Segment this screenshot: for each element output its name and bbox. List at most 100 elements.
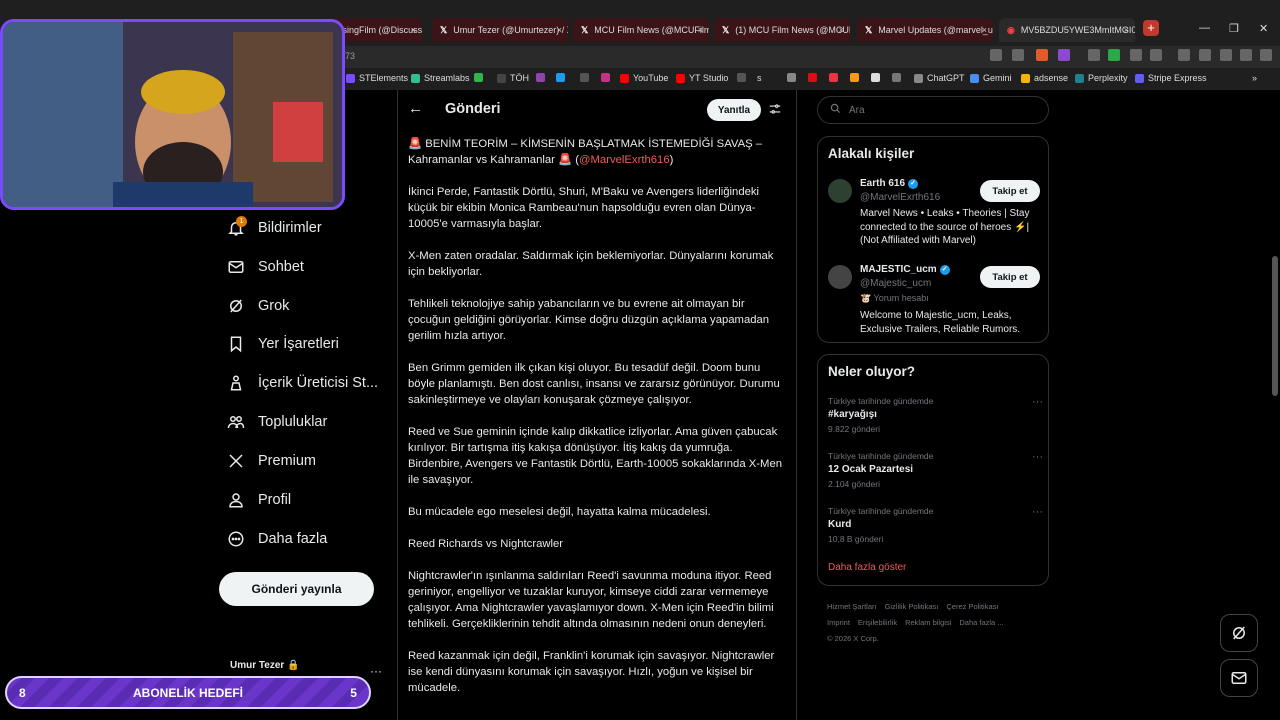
goal-label: ABONELİK HEDEFİ bbox=[132, 685, 243, 700]
vpn-icon[interactable] bbox=[1240, 49, 1252, 61]
communities-icon bbox=[226, 412, 246, 432]
footer-link[interactable]: Erişilebilirlik bbox=[858, 618, 897, 627]
account-more-icon[interactable]: ··· bbox=[370, 664, 382, 678]
reply-button[interactable]: Yanıtla bbox=[707, 99, 761, 121]
messages-fab[interactable] bbox=[1220, 659, 1258, 697]
close-window-icon[interactable]: ✕ bbox=[1259, 22, 1268, 35]
wallet-icon[interactable] bbox=[1199, 49, 1211, 61]
brave-shield-icon[interactable] bbox=[1036, 49, 1048, 61]
sidebar-item-label: İçerik Üreticisi St... bbox=[258, 375, 379, 391]
maximize-icon[interactable]: ❐ bbox=[1229, 22, 1239, 35]
mention-link[interactable]: @MarvelExrth616 bbox=[579, 154, 670, 166]
bookmark-icon[interactable] bbox=[850, 73, 863, 82]
tab-label: MCU Film News (@MCUFilmNe bbox=[594, 25, 709, 35]
close-icon[interactable]: × bbox=[982, 25, 987, 35]
screen-icon[interactable] bbox=[990, 49, 1002, 61]
post-button[interactable]: Gönderi yayınla bbox=[219, 572, 374, 606]
bookmark[interactable]: TÖH bbox=[497, 73, 529, 83]
bookmark-icon[interactable] bbox=[556, 73, 569, 82]
show-more-link[interactable]: Daha fazla göster bbox=[828, 562, 906, 573]
menu-icon[interactable] bbox=[1260, 49, 1272, 61]
footer-link[interactable]: Hizmet Şartları bbox=[827, 602, 877, 611]
trend-item[interactable]: Türkiye tarihinde gündemde #karyağışı 9.… bbox=[828, 396, 1043, 434]
trend-context: Türkiye tarihinde gündemde bbox=[828, 396, 934, 406]
bookmark-icon[interactable] bbox=[892, 73, 905, 82]
bookmark-icon[interactable] bbox=[737, 73, 750, 82]
tab-label: ssingFilm (@Discussi bbox=[338, 25, 422, 35]
settings-sliders-icon[interactable] bbox=[768, 102, 782, 116]
bookmark-icon[interactable] bbox=[601, 73, 614, 82]
extension-icon[interactable] bbox=[1108, 49, 1120, 61]
person-handle: @MarvelExrth616 bbox=[860, 192, 941, 203]
bookmark-icon[interactable] bbox=[536, 73, 549, 82]
bookmark[interactable]: Perplexity bbox=[1075, 73, 1128, 83]
footer-link[interactable]: Daha fazla ... bbox=[959, 618, 1003, 627]
close-icon[interactable]: × bbox=[411, 25, 416, 35]
footer-link[interactable]: Imprint bbox=[827, 618, 850, 627]
bookmark-icon[interactable] bbox=[829, 73, 842, 82]
sidebar-item-bookmarks[interactable]: Yer İşaretleri bbox=[226, 329, 339, 359]
more-options-icon[interactable]: ··· bbox=[1032, 506, 1043, 518]
person-icon bbox=[226, 490, 246, 510]
minimize-icon[interactable]: — bbox=[1199, 22, 1210, 34]
sidebar-item-communities[interactable]: Topluluklar bbox=[226, 407, 327, 437]
bookmark-icon[interactable] bbox=[871, 73, 884, 82]
bookmark[interactable]: Streamlabs bbox=[411, 73, 470, 83]
trend-item[interactable]: Türkiye tarihinde gündemde 12 Ocak Pazar… bbox=[828, 451, 1043, 489]
footer-link[interactable]: Gizlilik Politikası bbox=[885, 602, 939, 611]
browser-tab[interactable]: 𝕏 Umur Tezer (@Umurtezer) / X × bbox=[432, 18, 568, 42]
sidebar-item-premium[interactable]: Premium bbox=[226, 446, 316, 476]
sidebar-item-profile[interactable]: Profil bbox=[226, 485, 291, 515]
extension-icon[interactable] bbox=[1150, 49, 1162, 61]
follow-button[interactable]: Takip et bbox=[980, 266, 1040, 288]
browser-tab[interactable]: 𝕏 MCU Film News (@MCUFilmNe× bbox=[573, 18, 709, 42]
share-icon[interactable] bbox=[1012, 49, 1024, 61]
browser-tab[interactable]: 𝕏 (1) MCU Film News (@MCUFilm× bbox=[714, 18, 850, 42]
person-bio: Welcome to Majestic_ucm, Leaks, Exclusiv… bbox=[860, 310, 1021, 335]
sidebar-item-more[interactable]: Daha fazla bbox=[226, 524, 327, 554]
sidebar-item-creator-studio[interactable]: İçerik Üreticisi St... bbox=[226, 368, 378, 398]
bookmarks-overflow-icon[interactable]: » bbox=[1252, 73, 1257, 83]
more-options-icon[interactable]: ··· bbox=[1032, 451, 1043, 463]
rewards-icon[interactable] bbox=[1058, 49, 1070, 61]
bookmark[interactable]: STElements bbox=[346, 73, 408, 83]
x-logo-icon: 𝕏 bbox=[581, 24, 589, 35]
bookmark-icon[interactable] bbox=[474, 73, 487, 82]
close-icon[interactable]: × bbox=[698, 25, 703, 35]
follow-button[interactable]: Takip et bbox=[980, 180, 1040, 202]
footer-link[interactable]: Reklam bilgisi bbox=[905, 618, 951, 627]
sidebar-icon[interactable] bbox=[1178, 49, 1190, 61]
bookmark[interactable]: adsense bbox=[1021, 73, 1068, 83]
bookmark-icon[interactable] bbox=[787, 73, 800, 82]
bookmark[interactable]: s bbox=[757, 73, 762, 83]
back-arrow-icon[interactable]: ← bbox=[408, 100, 423, 117]
search-box[interactable] bbox=[817, 96, 1049, 124]
bookmark[interactable]: YT Studio bbox=[676, 73, 728, 83]
account-switcher[interactable]: Umur Tezer 🔒 bbox=[230, 660, 300, 671]
bookmark[interactable]: Gemini bbox=[970, 73, 1012, 83]
bookmark[interactable]: YouTube bbox=[620, 73, 668, 83]
extension-icon[interactable] bbox=[1088, 49, 1100, 61]
grok-fab[interactable] bbox=[1220, 614, 1258, 652]
close-icon[interactable]: × bbox=[1124, 25, 1129, 35]
bookmark-icon[interactable] bbox=[580, 73, 593, 82]
scrollbar[interactable] bbox=[1270, 90, 1280, 720]
ai-icon[interactable] bbox=[1220, 49, 1232, 61]
extension-icon[interactable] bbox=[1130, 49, 1142, 61]
footer-link[interactable]: Çerez Politikası bbox=[946, 602, 998, 611]
trend-context: Türkiye tarihinde gündemde bbox=[828, 506, 934, 516]
more-options-icon[interactable]: ··· bbox=[1032, 396, 1043, 408]
trend-item[interactable]: Türkiye tarihinde gündemde Kurd 10,8 B g… bbox=[828, 506, 1043, 544]
scrollbar-thumb[interactable] bbox=[1272, 256, 1278, 396]
bookmark[interactable]: ChatGPT bbox=[914, 73, 965, 83]
search-input[interactable] bbox=[849, 104, 1039, 116]
sidebar-item-chat[interactable]: Sohbet bbox=[226, 252, 304, 282]
browser-tab[interactable]: 𝕏 Marvel Updates (@marvel_upd × bbox=[857, 18, 993, 42]
close-icon[interactable]: × bbox=[839, 25, 844, 35]
new-tab-button[interactable]: + bbox=[1143, 20, 1159, 36]
close-icon[interactable]: × bbox=[557, 25, 562, 35]
browser-tab[interactable]: ◉ MV5BZDU5YWE3MmItMGI0N × bbox=[999, 18, 1135, 42]
bookmark-icon[interactable] bbox=[808, 73, 821, 82]
bookmark[interactable]: Stripe Express bbox=[1135, 73, 1207, 83]
sidebar-item-grok[interactable]: Grok bbox=[226, 291, 289, 321]
